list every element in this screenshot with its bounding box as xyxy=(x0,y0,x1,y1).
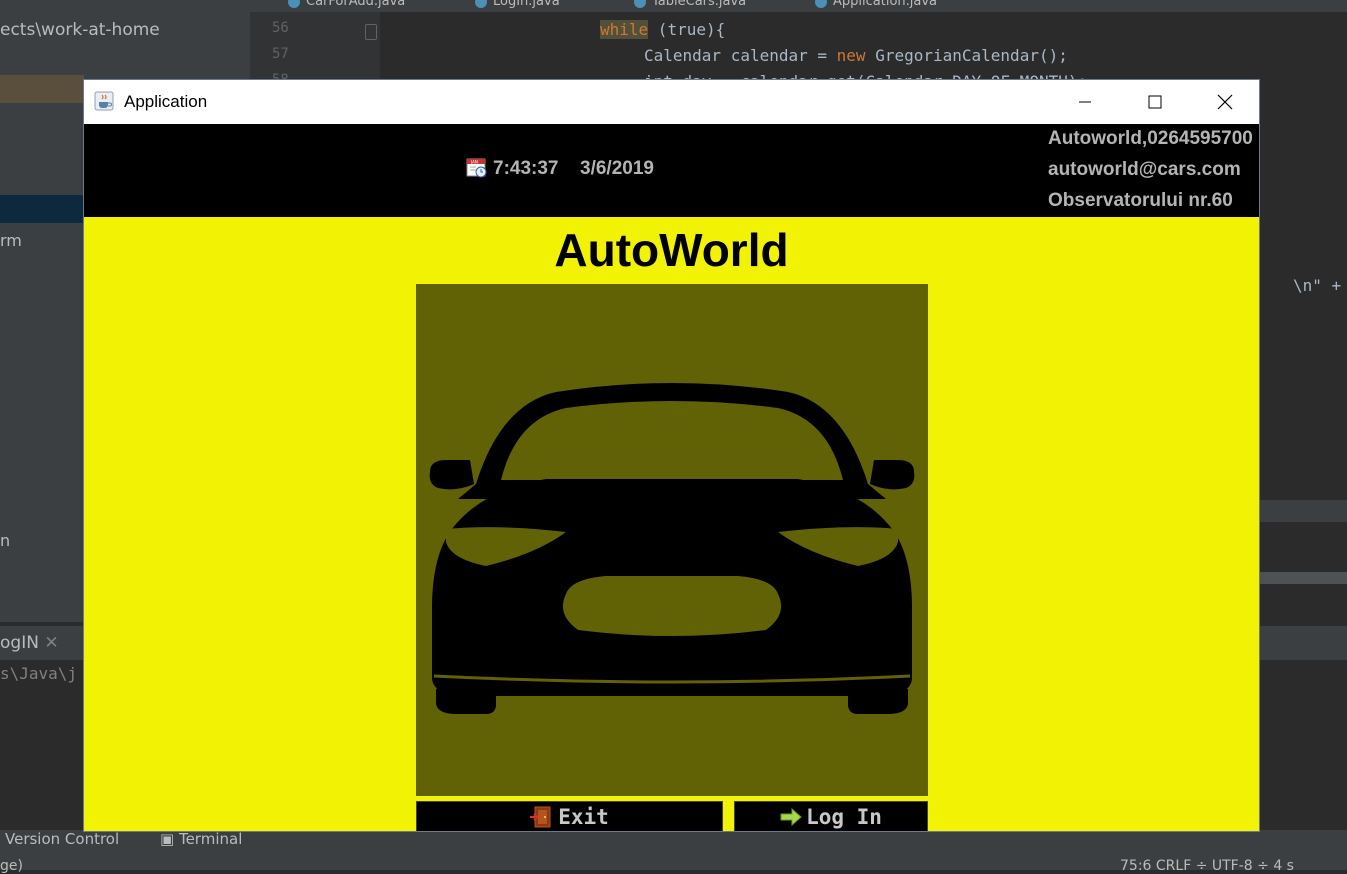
car-image xyxy=(416,284,928,796)
ide-scroll-strip xyxy=(1260,500,1347,522)
line-number: 56 xyxy=(272,20,289,36)
clock-time: 7:43:37 xyxy=(493,158,559,179)
close-icon xyxy=(1217,94,1233,110)
code-line-57: Calendar calendar = new GregorianCalenda… xyxy=(644,46,1068,65)
minimize-button[interactable] xyxy=(1050,80,1120,124)
ide-tab-tablecars[interactable]: TableCars.java xyxy=(634,0,746,12)
minimize-icon xyxy=(1079,101,1091,103)
arrow-right-icon xyxy=(780,807,802,826)
ide-project-item[interactable]: rm xyxy=(0,231,22,250)
exit-label: Exit xyxy=(558,804,609,829)
maximize-icon xyxy=(1148,95,1162,109)
java-cup-icon xyxy=(94,91,114,111)
svg-text:JAN: JAN xyxy=(470,160,478,165)
ide-status-info[interactable]: 75:6 CRLF ÷ UTF-8 ÷ 4 s xyxy=(1120,858,1294,874)
ide-project-focused-row[interactable] xyxy=(0,195,84,223)
login-button[interactable]: Log In xyxy=(734,801,928,831)
version-control-tab[interactable]: Version Control xyxy=(5,830,119,848)
contact-phone: Autoworld,0264595700 xyxy=(1048,128,1253,149)
contact-address: Observatorului nr.60 xyxy=(1048,190,1233,211)
code-fragment: \n" + xyxy=(1293,276,1342,295)
ide-run-output: s\Java\j xyxy=(0,664,78,683)
java-file-icon xyxy=(288,0,300,8)
java-file-icon xyxy=(815,0,827,8)
code-line-56: while (true){ xyxy=(600,20,726,39)
window-titlebar[interactable]: Application xyxy=(84,80,1259,124)
ide-tab-login[interactable]: LogIn.java xyxy=(475,0,560,12)
java-file-icon xyxy=(475,0,487,8)
close-button[interactable] xyxy=(1190,80,1259,124)
ide-tab-caradd[interactable]: CarForAdd.java xyxy=(288,0,405,12)
terminal-icon: ▣ xyxy=(160,830,175,848)
brand-title: AutoWorld xyxy=(554,224,789,276)
ide-scrollbar[interactable] xyxy=(1260,572,1347,584)
ide-status-message: ge) xyxy=(0,858,23,874)
ide-project-path: ects\work-at-home xyxy=(0,20,160,40)
ide-run-tab[interactable]: ogIN ✕ xyxy=(0,633,59,653)
maximize-button[interactable] xyxy=(1120,80,1190,124)
login-label: Log In xyxy=(806,804,882,829)
contact-email: autoworld@cars.com xyxy=(1048,159,1241,180)
window-title: Application xyxy=(124,92,208,111)
ide-project-selected-row[interactable] xyxy=(0,75,84,103)
info-header: JAN 7:43:37 3/6/2019 Autoworld,026459570… xyxy=(84,124,1259,217)
application-window: Application JAN 7:43:37 3/6/2019 Autowor… xyxy=(83,79,1260,832)
car-front-icon xyxy=(429,383,915,714)
exit-door-icon xyxy=(530,806,551,827)
line-number: 57 xyxy=(272,46,289,62)
fold-marker-icon[interactable] xyxy=(365,24,377,40)
terminal-tab[interactable]: ▣ Terminal xyxy=(160,830,242,848)
ide-project-item[interactable]: n xyxy=(0,531,10,550)
java-file-icon xyxy=(634,0,646,8)
close-icon[interactable]: ✕ xyxy=(44,633,58,653)
exit-button[interactable]: Exit xyxy=(416,801,723,831)
clock-date: 3/6/2019 xyxy=(580,158,654,179)
calendar-clock-icon: JAN xyxy=(466,158,487,178)
